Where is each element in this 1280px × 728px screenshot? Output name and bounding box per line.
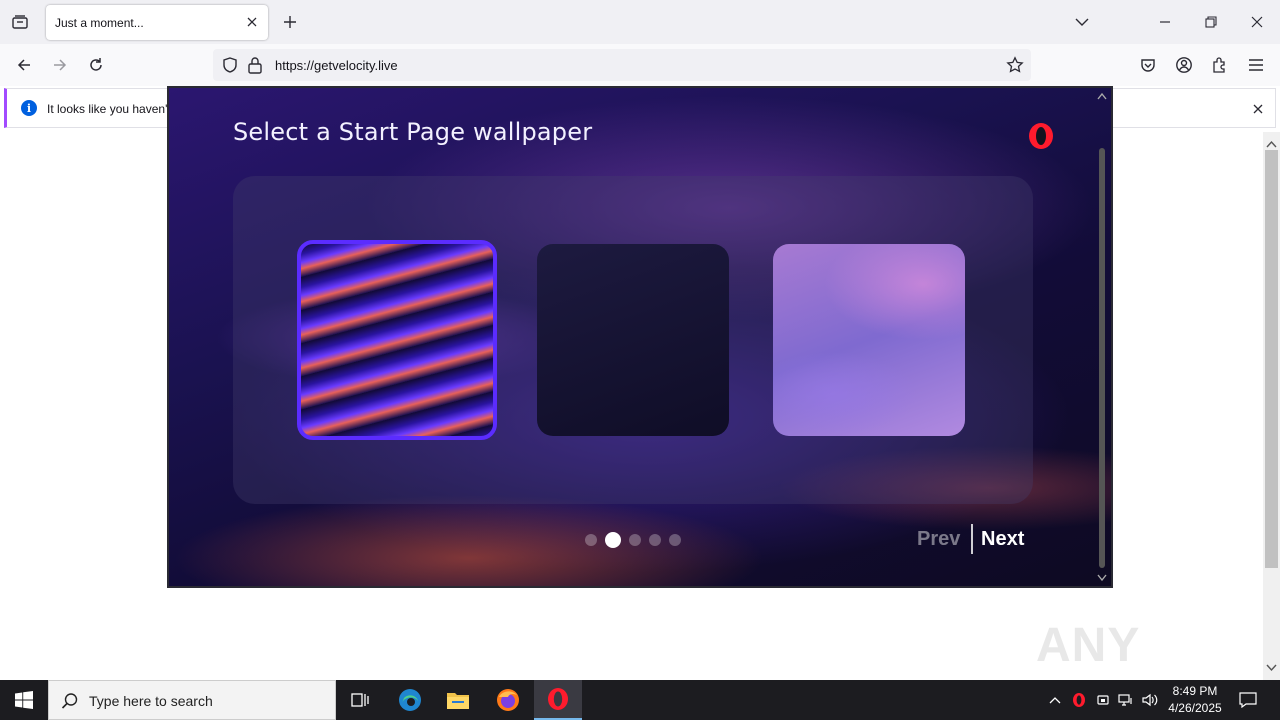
pager-dot-4[interactable] bbox=[649, 534, 661, 546]
tab-bar: Just a moment... bbox=[0, 0, 1280, 44]
tab-close-icon[interactable] bbox=[244, 14, 260, 30]
page-scrollbar[interactable] bbox=[1263, 132, 1280, 680]
bookmark-star-icon[interactable] bbox=[1006, 56, 1024, 79]
page-scrollbar-thumb[interactable] bbox=[1265, 150, 1278, 568]
device-tray-icon[interactable] bbox=[1094, 680, 1112, 720]
popup-scroll-down-icon[interactable] bbox=[1097, 574, 1107, 582]
extensions-puzzle-icon[interactable] bbox=[1208, 53, 1232, 77]
firefox-icon[interactable] bbox=[484, 680, 532, 720]
info-icon: i bbox=[21, 100, 37, 116]
opera-taskbar-icon[interactable] bbox=[534, 680, 582, 720]
pager-dot-3[interactable] bbox=[629, 534, 641, 546]
notification-close-icon[interactable] bbox=[1253, 101, 1263, 119]
search-icon bbox=[61, 692, 79, 715]
navigation-toolbar: https://getvelocity.live bbox=[0, 44, 1280, 86]
pager-dots bbox=[585, 532, 681, 548]
address-bar[interactable]: https://getvelocity.live bbox=[213, 49, 1031, 81]
tab-title: Just a moment... bbox=[55, 15, 144, 30]
back-arrow-icon[interactable] bbox=[12, 53, 36, 77]
forward-arrow-icon[interactable] bbox=[48, 53, 72, 77]
windows-start-icon[interactable] bbox=[0, 680, 48, 720]
search-placeholder: Type here to search bbox=[89, 693, 213, 709]
scroll-down-arrow-icon[interactable] bbox=[1266, 659, 1277, 677]
task-view-icon[interactable] bbox=[336, 680, 384, 720]
wallpaper-options-panel bbox=[233, 176, 1033, 504]
popup-title: Select a Start Page wallpaper bbox=[233, 118, 593, 146]
action-center-icon[interactable] bbox=[1234, 680, 1262, 720]
windows-taskbar: Type here to search 8:49 PM 4/26/2025 bbox=[0, 680, 1280, 720]
wallpaper-setup-popup: Select a Start Page wallpaper Prev Next bbox=[167, 86, 1113, 588]
close-window-icon[interactable] bbox=[1243, 8, 1271, 36]
taskbar-clock[interactable]: 8:49 PM 4/26/2025 bbox=[1162, 683, 1228, 717]
new-tab-plus-icon[interactable] bbox=[280, 12, 300, 32]
pager-dot-2[interactable] bbox=[605, 532, 621, 548]
opera-logo-icon bbox=[1027, 122, 1055, 155]
wallpaper-option-3[interactable] bbox=[773, 244, 965, 436]
notification-text: It looks like you haven't bbox=[47, 102, 171, 116]
edge-browser-icon[interactable] bbox=[386, 680, 434, 720]
account-icon[interactable] bbox=[1172, 53, 1196, 77]
pocket-icon[interactable] bbox=[1136, 53, 1160, 77]
pager-dot-5[interactable] bbox=[669, 534, 681, 546]
nav-divider bbox=[971, 524, 973, 554]
list-all-tabs-chevron-icon[interactable] bbox=[1072, 12, 1092, 32]
hamburger-menu-icon[interactable] bbox=[1244, 53, 1268, 77]
anyrun-watermark: ANY RUN bbox=[1036, 606, 1236, 727]
minimize-icon[interactable] bbox=[1151, 8, 1179, 36]
next-button[interactable]: Next bbox=[981, 528, 1024, 551]
prev-button[interactable]: Prev bbox=[917, 528, 960, 551]
browser-tab[interactable]: Just a moment... bbox=[46, 5, 268, 40]
tab-list-icon[interactable] bbox=[8, 10, 32, 34]
popup-scrollbar[interactable] bbox=[1097, 90, 1107, 584]
pager-dot-1[interactable] bbox=[585, 534, 597, 546]
clock-time: 8:49 PM bbox=[1172, 684, 1218, 698]
file-explorer-icon[interactable] bbox=[434, 680, 482, 720]
lock-icon[interactable] bbox=[247, 56, 263, 79]
wallpaper-option-1[interactable] bbox=[297, 240, 497, 440]
wallpaper-option-2[interactable] bbox=[537, 244, 729, 436]
popup-scroll-up-icon[interactable] bbox=[1097, 92, 1107, 100]
tracking-protection-shield-icon[interactable] bbox=[221, 56, 239, 79]
show-hidden-icons-chevron-icon[interactable] bbox=[1046, 680, 1064, 720]
network-icon[interactable] bbox=[1117, 680, 1135, 720]
opera-tray-icon[interactable] bbox=[1070, 680, 1088, 720]
popup-scrollbar-thumb[interactable] bbox=[1099, 148, 1105, 568]
volume-icon[interactable] bbox=[1140, 680, 1160, 720]
clock-date: 4/26/2025 bbox=[1168, 701, 1222, 715]
taskbar-search-box[interactable]: Type here to search bbox=[48, 680, 336, 720]
reload-icon[interactable] bbox=[84, 53, 108, 77]
restore-icon[interactable] bbox=[1197, 8, 1225, 36]
url-text[interactable]: https://getvelocity.live bbox=[275, 58, 398, 73]
